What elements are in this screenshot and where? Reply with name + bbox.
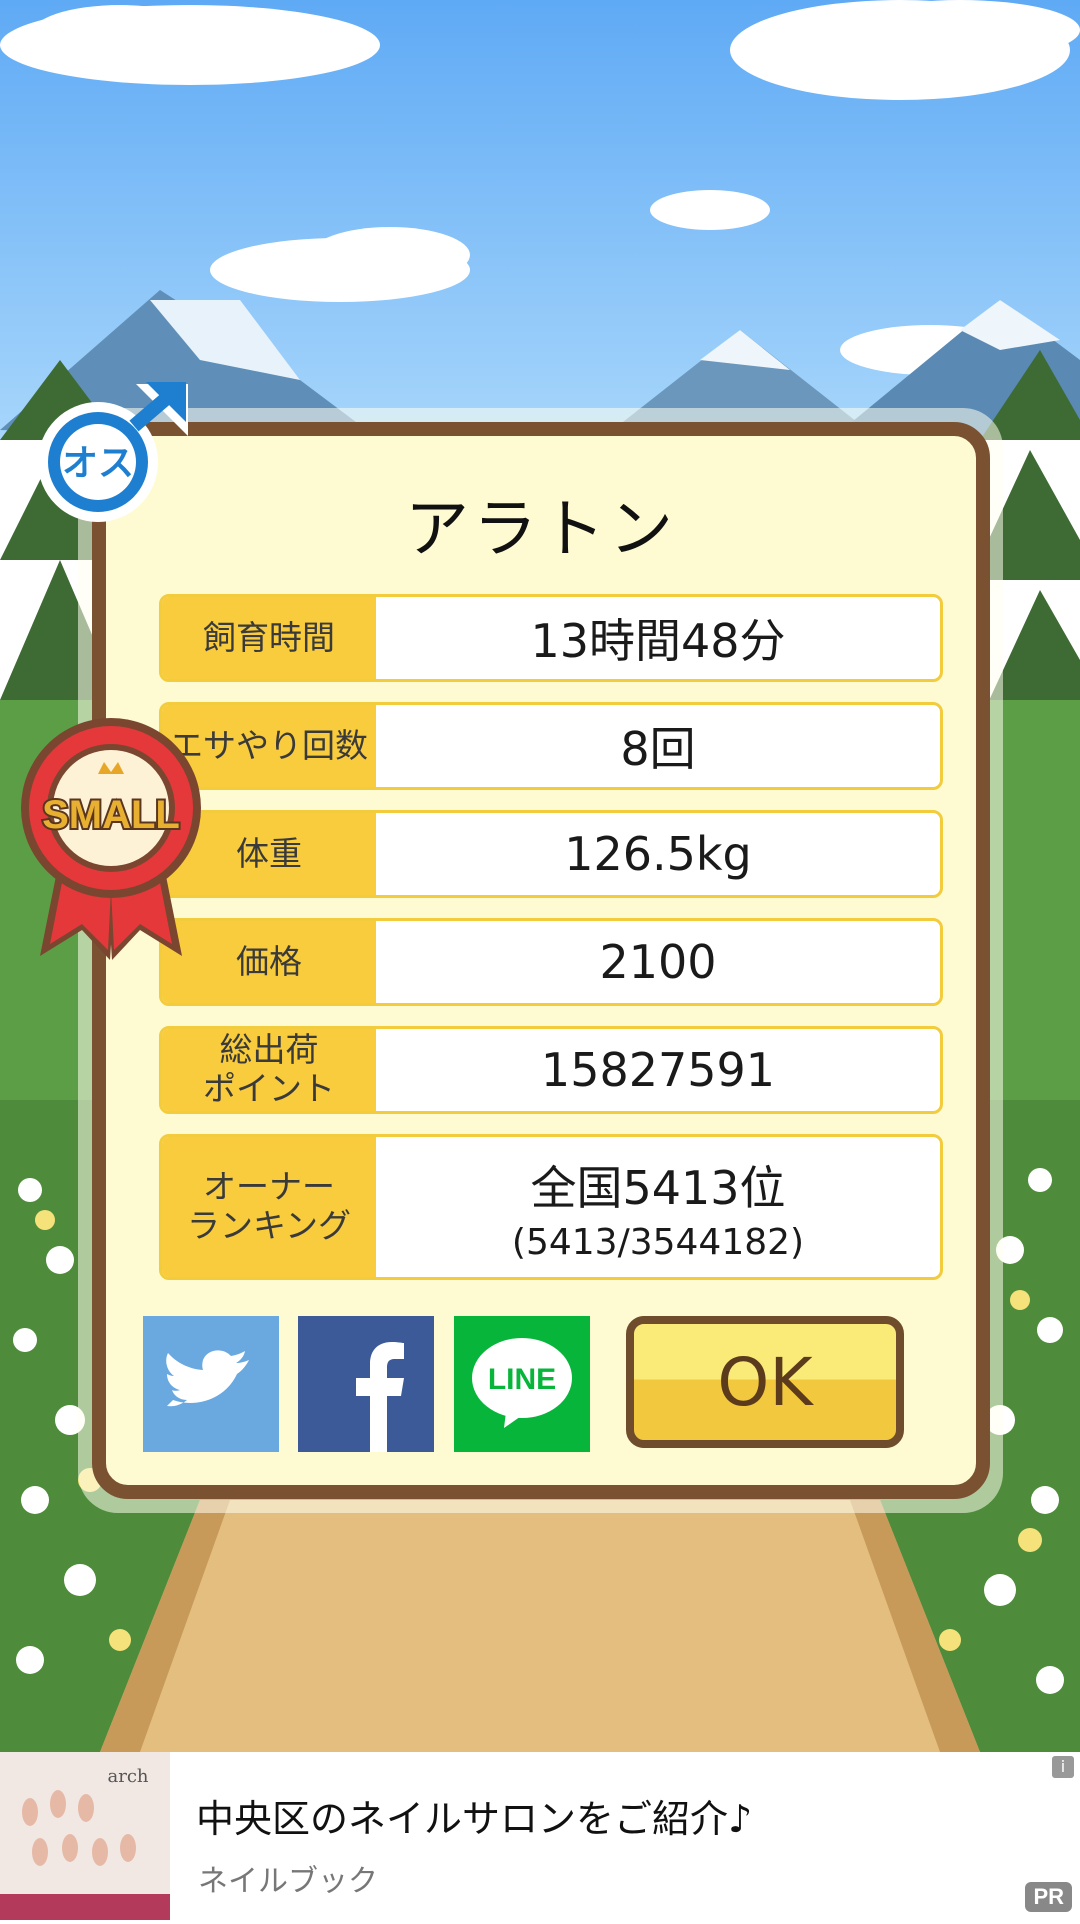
stat-value: 2100 xyxy=(599,935,717,989)
stat-value: 15827591 xyxy=(540,1043,776,1097)
ranking-detail: (5413/3544182) xyxy=(511,1221,805,1263)
ok-button-label: OK xyxy=(717,1343,813,1421)
stat-row-price: 価格 2100 xyxy=(159,918,943,1006)
stat-label: 総出荷 ポイント xyxy=(162,1029,376,1111)
line-bubble-icon: LINE xyxy=(472,1338,572,1428)
line-share-button[interactable]: LINE xyxy=(454,1316,590,1452)
stat-value: 126.5kg xyxy=(564,827,752,881)
stat-value: 8回 xyxy=(620,722,696,776)
ad-info-icon[interactable]: i xyxy=(1052,1756,1074,1778)
stats-list: 飼育時間 13時間48分 エサやり回数 8回 体重 126.5kg 価格 210… xyxy=(159,594,943,1300)
ad-thumbnail[interactable]: arch xyxy=(0,1752,170,1920)
result-card: アラトン 飼育時間 13時間48分 エサやり回数 8回 体重 126.5kg 価… xyxy=(92,422,990,1499)
stat-row-shipping-points: 総出荷 ポイント 15827591 xyxy=(159,1026,943,1114)
stat-label: オーナー ランキング xyxy=(162,1137,376,1277)
stat-row-breeding-time: 飼育時間 13時間48分 xyxy=(159,594,943,682)
stat-row-feed-count: エサやり回数 8回 xyxy=(159,702,943,790)
ad-subtitle: ネイルブック xyxy=(198,1864,378,1899)
gender-label: オス xyxy=(62,443,134,484)
ok-button[interactable]: OK xyxy=(626,1316,904,1448)
male-symbol-icon: オス xyxy=(38,382,188,522)
nail-photo-icon: arch xyxy=(0,1752,170,1920)
ad-title[interactable]: 中央区のネイルサロンをご紹介♪ xyxy=(196,1788,752,1843)
facebook-share-button[interactable] xyxy=(298,1316,434,1452)
ad-banner[interactable]: arch 中央区のネイルサロンをご紹介♪ ネイルブック i PR xyxy=(0,1752,1080,1920)
ad-brand: arch xyxy=(107,1766,148,1787)
size-label: SMALL xyxy=(42,793,180,837)
pig-name: アラトン xyxy=(405,493,677,567)
stat-label: 飼育時間 xyxy=(162,597,376,679)
ad-pr-badge: PR xyxy=(1025,1882,1072,1912)
facebook-f-icon xyxy=(356,1342,404,1452)
stat-row-weight: 体重 126.5kg xyxy=(159,810,943,898)
male-gender-badge: オス xyxy=(36,372,196,532)
ranking-value: 全国5413位 xyxy=(530,1160,786,1215)
line-label: LINE xyxy=(488,1363,556,1396)
twitter-share-button[interactable] xyxy=(143,1316,279,1452)
stat-row-owner-ranking: オーナー ランキング 全国5413位 (5413/3544182) xyxy=(159,1134,943,1280)
ribbon-icon: SMALL xyxy=(21,718,201,960)
size-ribbon-badge: SMALL xyxy=(20,716,202,964)
twitter-bird-icon xyxy=(166,1350,249,1407)
stat-value: 全国5413位 (5413/3544182) xyxy=(376,1137,940,1277)
stat-value: 13時間48分 xyxy=(530,614,786,668)
